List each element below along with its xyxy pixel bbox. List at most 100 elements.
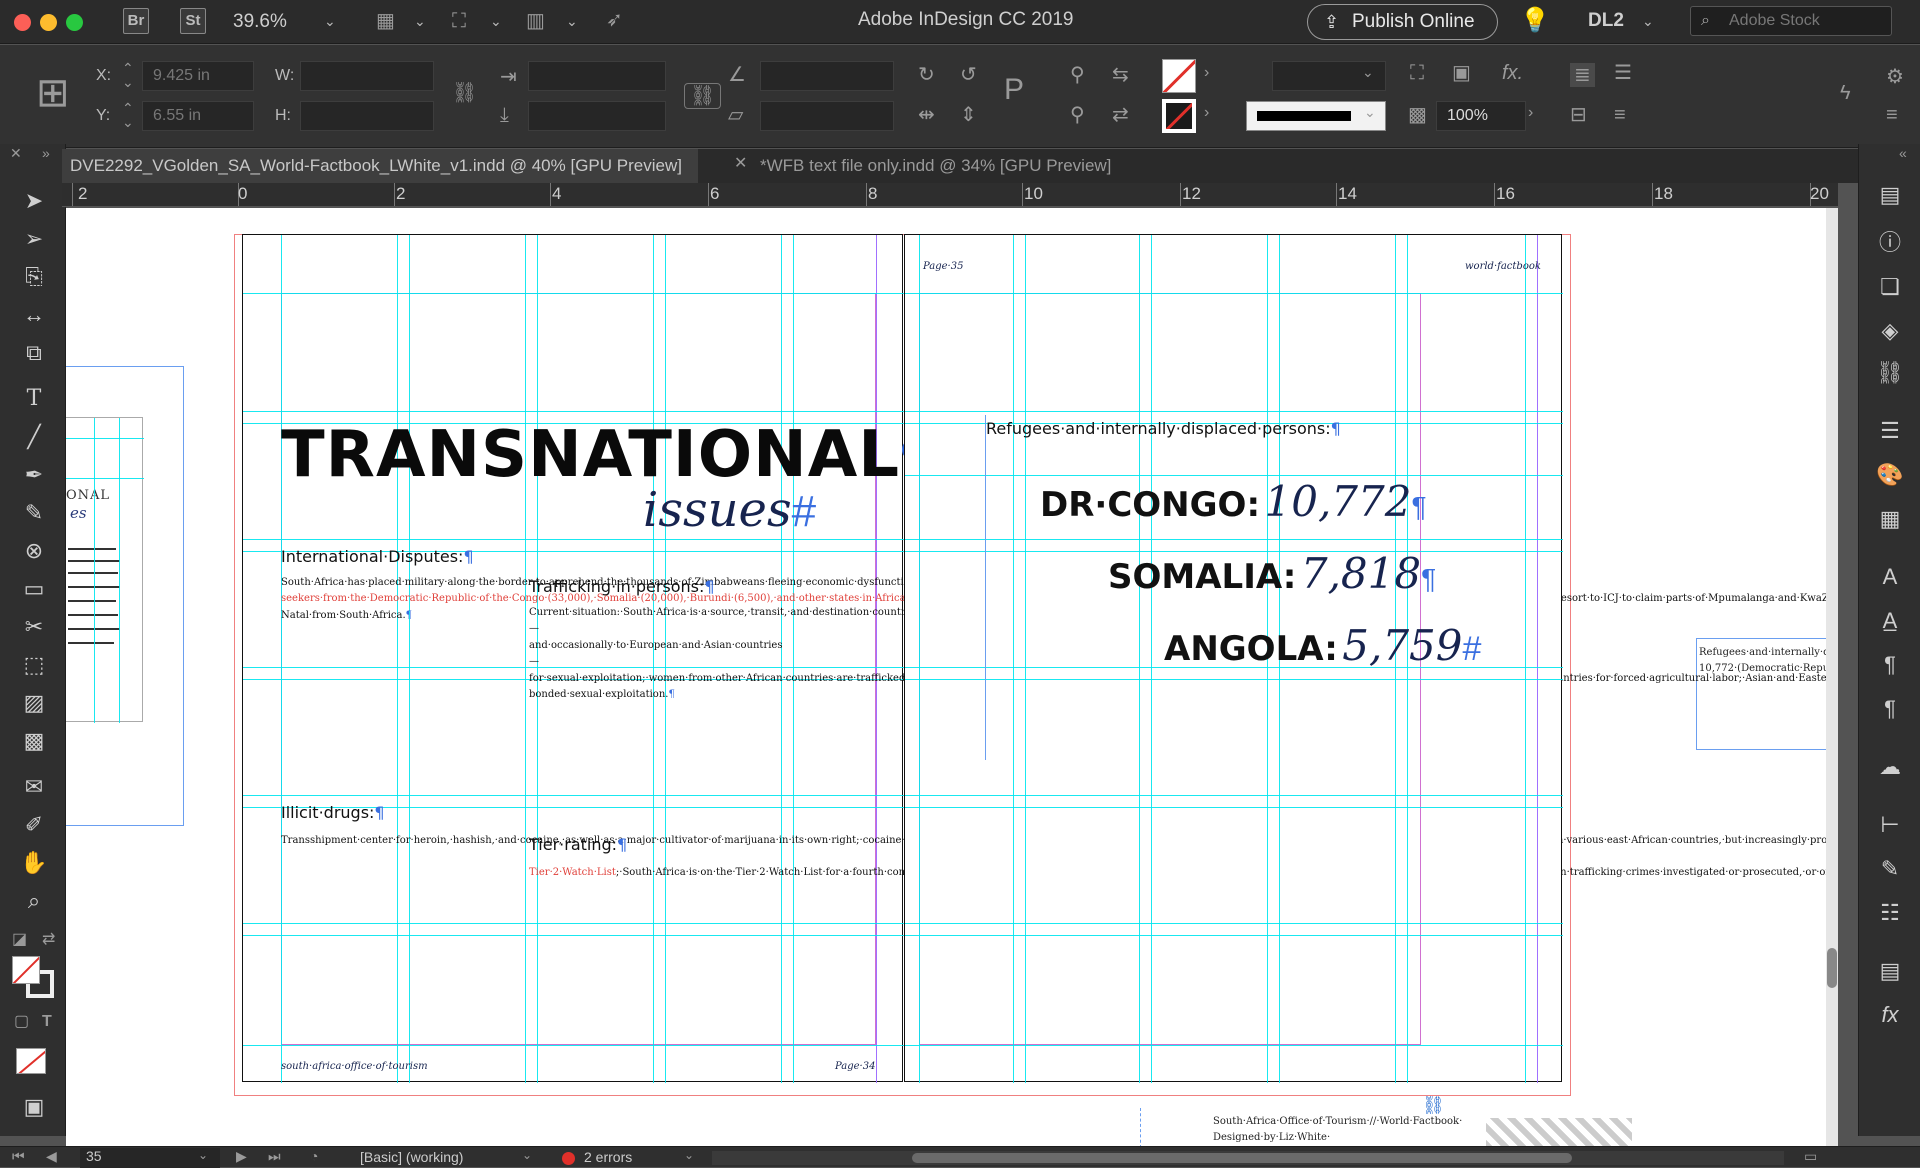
footer-left[interactable]: south·africa·office·of·tourism xyxy=(281,1061,428,1072)
minimize-window-button[interactable] xyxy=(40,14,57,31)
direct-selection-tool-icon[interactable]: ➢ xyxy=(19,224,49,254)
opacity-field[interactable]: 100% xyxy=(1436,101,1526,131)
formatting-container-icon[interactable]: ▢ xyxy=(14,1014,29,1030)
character-icon[interactable]: A̲ xyxy=(1875,606,1905,636)
text-wrap-panel-icon[interactable]: ✎ xyxy=(1875,854,1905,884)
page-34[interactable]: TRANSNATIONAL¶ issues# International·Dis… xyxy=(242,234,1838,1083)
publish-online-button[interactable]: ⇪ Publish Online xyxy=(1307,4,1498,40)
cc-libraries-icon[interactable]: ▤ xyxy=(1875,180,1905,210)
trafficking-body[interactable]: Current·situation:·South·Africa·is·a·sou… xyxy=(529,605,1838,703)
last-page-icon[interactable]: ⏭ xyxy=(268,1149,281,1163)
zoom-tool-icon[interactable]: ⌕ xyxy=(19,886,49,916)
fill-swatch-none[interactable] xyxy=(1162,59,1196,93)
open-page-icon[interactable]: ◔ xyxy=(310,1149,318,1163)
layers-icon[interactable]: ◈ xyxy=(1875,316,1905,346)
screen-mode-tool-icon[interactable]: ▣ xyxy=(19,1092,49,1122)
x-position-field[interactable]: 9.425 in xyxy=(142,61,254,91)
footer-page-number[interactable]: Page·34 xyxy=(835,1061,875,1072)
swap-fill-stroke-icon[interactable]: ⇄ xyxy=(42,932,55,948)
close-window-button[interactable] xyxy=(14,14,31,31)
zoom-level[interactable]: 39.6% xyxy=(233,11,287,33)
rectangle-tool-icon[interactable]: ▭ xyxy=(19,574,49,604)
gap-tool-icon[interactable]: ↔ xyxy=(19,300,49,330)
scissors-tool-icon[interactable]: ✂ xyxy=(19,612,49,642)
refugees-text-frame[interactable]: Refugees·and·internally·displaced·person… xyxy=(985,415,1481,760)
vertical-scrollbar[interactable] xyxy=(1826,208,1838,1146)
default-fill-stroke-icon[interactable]: ◪ xyxy=(12,932,27,948)
page-tool-icon[interactable]: ⎘ xyxy=(19,262,49,292)
flip-vertical-icon[interactable]: ⇕ xyxy=(960,105,977,125)
reference-point-icon[interactable]: ⊞ xyxy=(36,73,70,113)
x-stepper-icon[interactable]: ⌃ ⌄ xyxy=(122,61,134,89)
selection-tool-icon[interactable]: ➤ xyxy=(19,186,49,216)
character-styles-icon[interactable]: A xyxy=(1875,562,1905,592)
tab-document-inactive[interactable]: *WFB text file only.indd @ 34% [GPU Prev… xyxy=(752,149,1252,183)
section-title-drugs[interactable]: Illicit·drugs:¶ xyxy=(281,803,385,822)
drop-shadow-icon[interactable]: ▣ xyxy=(1452,63,1471,83)
select-container-icon[interactable]: ⚲ xyxy=(1070,65,1085,85)
headline-frame[interactable]: TRANSNATIONAL¶ issues# xyxy=(281,418,928,538)
shear-angle-field[interactable] xyxy=(760,101,894,131)
section-title-tier[interactable]: Tier·rating:¶ xyxy=(529,835,627,854)
apply-none-button[interactable] xyxy=(16,1048,46,1074)
effects-icon[interactable]: fx xyxy=(1875,1000,1905,1030)
pasteboard-text-frame[interactable]: Refugees·and·internally·disp 10,772·(Dem… xyxy=(1696,638,1838,750)
workspace-switcher[interactable]: DL2 xyxy=(1588,10,1624,32)
page-menu-chevron-icon[interactable]: ⌄ xyxy=(198,1149,208,1161)
pasteboard-thumbnail-frame[interactable]: ONAL es xyxy=(66,366,184,826)
link-badge-icon[interactable]: ⛓ xyxy=(1422,1096,1445,1114)
next-page-icon[interactable]: ▶ xyxy=(236,1149,247,1163)
stroke-swatch-none[interactable] xyxy=(1162,99,1196,133)
profile-chevron-icon[interactable]: ⌄ xyxy=(522,1149,532,1161)
section-title-disputes[interactable]: International·Disputes:¶ xyxy=(281,547,474,566)
page-35[interactable]: Page·35 world·factbook Refugees·and·inte… xyxy=(904,234,1563,1083)
stroke-icon[interactable]: ☰ xyxy=(1875,416,1905,446)
screen-mode-chevron-icon[interactable]: ⌄ xyxy=(490,13,502,30)
control-settings-icon[interactable]: ⚙ xyxy=(1886,67,1904,87)
horizontal-scroll-thumb[interactable] xyxy=(912,1153,1572,1163)
gradient-swatch-tool-icon[interactable]: ▨ xyxy=(19,688,49,718)
fx-effects-icon[interactable]: fx. xyxy=(1502,63,1523,83)
stock-badge-button[interactable]: St xyxy=(180,8,206,34)
swatches-icon[interactable]: ▦ xyxy=(1875,504,1905,534)
resize-panel-icon[interactable]: ▭ xyxy=(1804,1149,1817,1163)
height-field[interactable] xyxy=(300,101,434,131)
pen-tool-icon[interactable]: ✒ xyxy=(19,460,49,490)
rotate-ccw-icon[interactable]: ↺ xyxy=(960,65,977,85)
fill-stroke-proxy[interactable] xyxy=(12,956,56,998)
constrain-scale-icon[interactable]: ⛓ xyxy=(684,83,722,109)
expand-panel-icon[interactable]: » xyxy=(42,146,50,160)
paragraph-icon[interactable]: ¶ xyxy=(1875,650,1905,680)
table-styles-icon[interactable]: ▤ xyxy=(1875,956,1905,986)
workspace-chevron-icon[interactable]: ⌄ xyxy=(1642,13,1654,30)
close-tab-icon[interactable]: ✕ xyxy=(734,156,747,172)
text-wrap-icon[interactable]: ≣ xyxy=(1570,63,1595,87)
adobe-stock-search-input[interactable]: ⌕ Adobe Stock xyxy=(1690,6,1892,36)
rotate-cw-icon[interactable]: ↻ xyxy=(918,65,935,85)
tab-document-active[interactable]: DVE2292_VGolden_SA_World-Factbook_LWhite… xyxy=(62,149,698,183)
y-stepper-icon[interactable]: ⌃ ⌄ xyxy=(122,101,134,129)
zoom-window-button[interactable] xyxy=(66,14,83,31)
pasteboard-pattern-image[interactable] xyxy=(1486,1118,1632,1146)
select-content-icon[interactable]: ⚲ xyxy=(1070,105,1085,125)
view-options-icon[interactable]: ▦ xyxy=(376,11,395,31)
preflight-profile[interactable]: [Basic] (working) xyxy=(360,1149,463,1165)
gradient-feather-tool-icon[interactable]: ▩ xyxy=(19,726,49,756)
header-running-title[interactable]: world·factbook xyxy=(1465,261,1541,272)
jump-object-icon[interactable]: ⊟ xyxy=(1570,105,1587,125)
line-tool-icon[interactable]: ╱ xyxy=(19,422,49,452)
cc-cloud-icon[interactable]: ☁ xyxy=(1875,752,1905,782)
rotation-angle-field[interactable] xyxy=(760,61,894,91)
pages-icon[interactable]: ❏ xyxy=(1875,272,1905,302)
scale-y-field[interactable] xyxy=(528,101,666,131)
object-styles-icon[interactable]: ☷ xyxy=(1875,898,1905,928)
header-page-number[interactable]: Page·35 xyxy=(923,261,963,272)
width-field[interactable] xyxy=(300,61,434,91)
stroke-type-chevron-icon[interactable]: ⌄ xyxy=(1364,105,1376,119)
constrain-proportions-icon[interactable]: ⛓ xyxy=(452,83,477,103)
horizontal-scrollbar[interactable] xyxy=(712,1151,1784,1165)
type-tool-icon[interactable]: T xyxy=(19,384,49,414)
error-count[interactable]: 2 errors xyxy=(584,1149,632,1165)
section-title-trafficking[interactable]: Trafficking·in·persons:¶ xyxy=(529,577,715,596)
collapse-dock-icon[interactable]: « xyxy=(1899,146,1907,160)
